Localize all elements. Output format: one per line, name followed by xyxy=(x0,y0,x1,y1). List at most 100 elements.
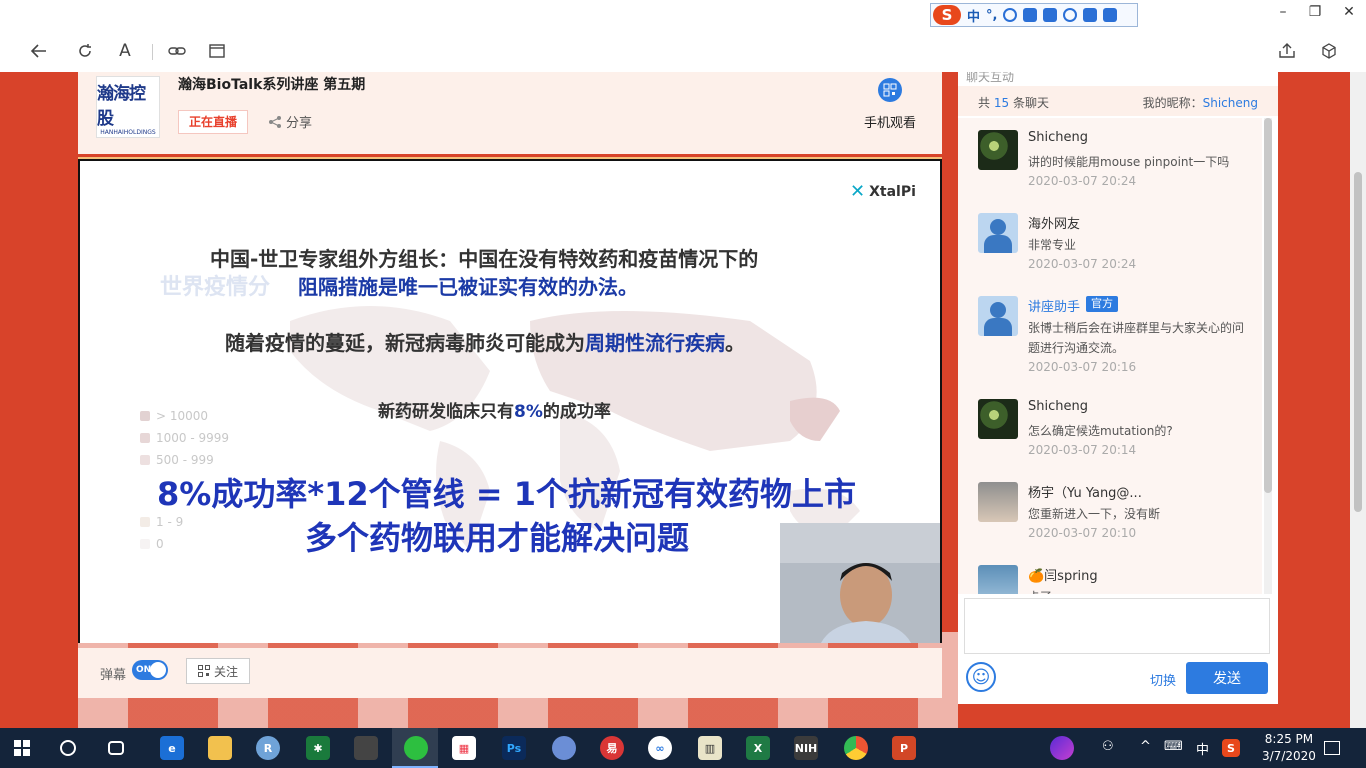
windows-taskbar: e R ✱ ▦ Ps 易 ∞ ▥ X NIH P ⚇ ^ ⌨ 中 S 8:25 … xyxy=(0,728,1366,768)
share-button[interactable]: 分享 xyxy=(268,112,312,131)
video-player[interactable]: ✕ XtalPi 世界疫情分 中国-世卫专家组外方组长：中国在没有特效药和疫苗情… xyxy=(78,157,942,643)
minimize-button[interactable]: – xyxy=(1268,4,1298,20)
clock-time: 8:25 PM xyxy=(1264,732,1314,746)
avatar[interactable] xyxy=(978,565,1018,594)
emoji-icon[interactable] xyxy=(1003,8,1018,22)
grid-icon[interactable] xyxy=(1103,8,1118,22)
switch-button[interactable]: 切换 xyxy=(1150,670,1176,689)
slide-line-4-highlight: 8% xyxy=(514,402,543,422)
chat-scrollbar-thumb[interactable] xyxy=(1264,118,1272,493)
chrome-icon[interactable] xyxy=(844,736,868,760)
task-view-icon[interactable] xyxy=(108,741,124,755)
edge-icon[interactable]: e xyxy=(160,736,184,760)
back-arrow-icon[interactable] xyxy=(28,40,50,62)
nickname-label: 我的昵称： xyxy=(1142,96,1203,110)
share-out-icon[interactable] xyxy=(1276,40,1298,62)
file-explorer-icon[interactable] xyxy=(208,736,232,760)
tray-app-icon[interactable] xyxy=(1050,736,1074,760)
refresh-icon[interactable] xyxy=(74,40,96,62)
search-icon[interactable] xyxy=(60,740,76,756)
share-icon xyxy=(269,115,281,128)
close-button[interactable]: ✕ xyxy=(1334,4,1364,20)
chat-input[interactable] xyxy=(964,598,1270,654)
keyboard-icon[interactable] xyxy=(1043,8,1058,22)
chat-count-suffix: 条聊天 xyxy=(1012,96,1049,110)
speaker-webcam xyxy=(780,523,940,643)
mobile-view-label[interactable]: 手机观看 xyxy=(864,112,916,131)
nih-app-icon[interactable]: NIH xyxy=(794,736,818,760)
ime-punct[interactable]: °, xyxy=(986,8,997,23)
notification-icon[interactable] xyxy=(1324,741,1340,755)
cube-icon[interactable] xyxy=(1318,40,1340,62)
keyboard-tray-icon[interactable]: ⌨ xyxy=(1164,739,1183,754)
message-text: 卡了 xyxy=(1028,587,1254,594)
bag-app-icon[interactable] xyxy=(354,736,378,760)
xtalpi-text: XtalPi xyxy=(869,183,916,200)
wechat-icon[interactable] xyxy=(404,736,428,760)
emoji-icon[interactable]: ☺ xyxy=(966,662,996,692)
reader-mode-icon[interactable]: A xyxy=(114,40,136,62)
avatar[interactable] xyxy=(978,482,1018,522)
window-icon[interactable] xyxy=(206,40,228,62)
chat-scrollbar[interactable] xyxy=(1264,118,1272,594)
message-time: 2020-03-07 20:24 xyxy=(1028,174,1137,188)
message-author: Shicheng xyxy=(1028,399,1088,414)
message-time: 2020-03-07 20:14 xyxy=(1028,443,1137,457)
qr-code-icon[interactable] xyxy=(878,78,902,102)
chevron-up-icon[interactable]: ^ xyxy=(1140,739,1151,754)
xtalpi-logo-icon: ✕ xyxy=(850,181,866,202)
shirt-icon[interactable] xyxy=(1083,8,1098,22)
r-app-icon[interactable]: R xyxy=(256,736,280,760)
sogou-tray-icon[interactable]: S xyxy=(1222,739,1240,757)
nickname-value[interactable]: Shicheng xyxy=(1203,96,1258,110)
avatar[interactable] xyxy=(978,399,1018,439)
message-text: 讲的时候能用mouse pinpoint一下吗 xyxy=(1028,155,1230,169)
web-page: 瀚海控股 HANHAIHOLDINGS 瀚海BioTalk系列讲座 第五期 正在… xyxy=(0,72,1366,728)
slide-line-3: 随着疫情的蔓延，新冠病毒肺炎可能成为周期性流行疾病。 xyxy=(225,327,745,356)
link-icon[interactable] xyxy=(166,40,188,62)
sogou-logo-icon[interactable]: S xyxy=(933,5,961,25)
powerpoint-icon[interactable]: P xyxy=(892,736,916,760)
toggle-knob xyxy=(150,662,166,678)
user-icon[interactable] xyxy=(1063,8,1078,22)
legend-label: > 10000 xyxy=(156,409,209,423)
photoshop-icon[interactable]: Ps xyxy=(502,736,526,760)
slide-line-2-highlight: 阻隔措施是唯一已被证实有效的办法。 xyxy=(298,275,638,299)
ime-toolbar[interactable]: S 中 °, xyxy=(930,3,1138,27)
restore-button[interactable]: ❐ xyxy=(1300,4,1330,20)
windows-start-icon[interactable] xyxy=(14,740,30,756)
clock[interactable]: 8:25 PM 3/7/2020 xyxy=(1262,731,1316,765)
avatar[interactable] xyxy=(978,296,1018,336)
satellite-app-icon[interactable] xyxy=(552,736,576,760)
follow-button[interactable]: 关注 xyxy=(186,658,250,684)
store-icon[interactable]: ▦ xyxy=(452,736,476,760)
chat-panel-heading: 聊天互动 xyxy=(966,72,1015,84)
baidu-netdisk-icon[interactable]: ∞ xyxy=(648,736,672,760)
ime-language[interactable]: 中 xyxy=(1196,739,1209,758)
ime-mode[interactable]: 中 xyxy=(967,6,980,25)
legend-label: 0 xyxy=(156,537,164,551)
toggle-state: ON xyxy=(136,665,152,675)
map-legend-row: 1 - 9 xyxy=(140,515,183,529)
slide-line-4-post: 的成功率 xyxy=(542,402,611,422)
chat-message-list[interactable]: Shicheng 讲的时候能用mouse pinpoint一下吗 2020-03… xyxy=(958,118,1262,594)
page-scrollbar[interactable] xyxy=(1350,72,1366,728)
page-scrollbar-thumb[interactable] xyxy=(1354,172,1362,512)
puzzle-app-icon[interactable]: ✱ xyxy=(306,736,330,760)
excel-icon[interactable]: X xyxy=(746,736,770,760)
people-icon[interactable]: ⚇ xyxy=(1102,739,1114,754)
message-text: 非常专业 xyxy=(1028,238,1077,252)
chart-app-icon[interactable]: ▥ xyxy=(698,736,722,760)
logo-subtext: HANHAIHOLDINGS xyxy=(100,128,156,136)
avatar[interactable] xyxy=(978,130,1018,170)
danmu-toggle[interactable]: ON xyxy=(132,660,168,680)
legend-label: 1 - 9 xyxy=(156,515,184,529)
lecture-title: 瀚海BioTalk系列讲座 第五期 xyxy=(178,77,366,93)
slide-line-1: 中国-世卫专家组外方组长：中国在没有特效药和疫苗情况下的 xyxy=(210,247,759,271)
avatar[interactable] xyxy=(978,213,1018,253)
message-time: 2020-03-07 20:16 xyxy=(1028,360,1137,374)
message-text: 您重新进入一下，没有断 xyxy=(1028,507,1161,521)
microphone-icon[interactable] xyxy=(1023,8,1038,22)
red-app-icon[interactable]: 易 xyxy=(600,736,624,760)
send-button[interactable]: 发送 xyxy=(1186,662,1268,694)
